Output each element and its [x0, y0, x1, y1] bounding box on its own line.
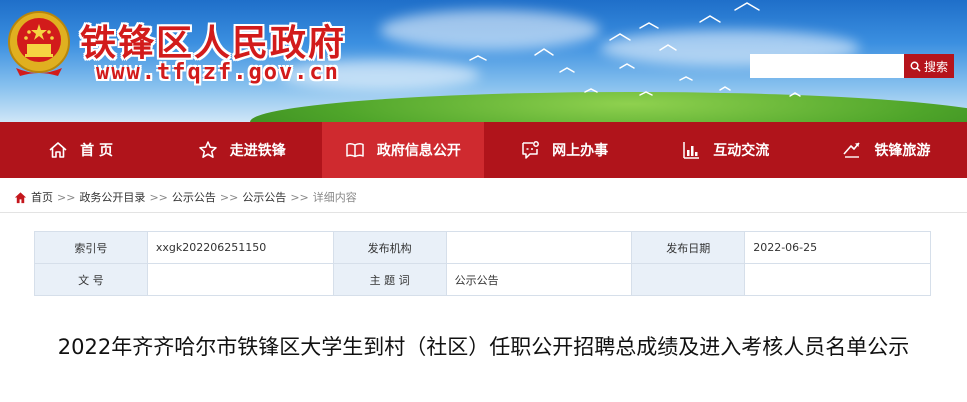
- docno-label: 文 号: [34, 263, 148, 296]
- header-banner: 铁锋区人民政府 www.tfqzf.gov.cn 搜索: [0, 0, 967, 122]
- home-icon: [49, 142, 67, 158]
- subject-label: 主 题 词: [332, 263, 447, 296]
- article-title: 2022年齐齐哈尔市铁锋区大学生到村（社区）任职公开招聘总成绩及进入考核人员名单…: [57, 335, 910, 359]
- home-icon: [14, 191, 27, 203]
- breadcrumb-link[interactable]: 公示公告: [172, 189, 216, 205]
- table-row: 文 号 主 题 词 公示公告: [34, 263, 931, 296]
- publisher-value: [445, 231, 633, 264]
- star-icon: [199, 141, 217, 158]
- chat-icon: [522, 141, 540, 159]
- publisher-label: 发布机构: [332, 231, 447, 264]
- nav-item-online-service[interactable]: 网上办事: [484, 122, 645, 178]
- search-button[interactable]: 搜索: [904, 54, 954, 78]
- site-title: 铁锋区人民政府: [80, 22, 347, 64]
- subject-value: 公示公告: [445, 263, 633, 296]
- nav-item-gov-info[interactable]: 政府信息公开: [322, 122, 484, 178]
- breadcrumb-separator: >>: [57, 190, 76, 204]
- nav-item-home[interactable]: 首 页: [0, 122, 161, 178]
- index-label: 索引号: [34, 231, 148, 264]
- site-url: www.tfqzf.gov.cn: [96, 60, 340, 85]
- index-value: xxgk202206251150: [146, 231, 334, 264]
- national-emblem-icon: [8, 11, 70, 76]
- document-info-table: 索引号 xxgk202206251150 发布机构 发布日期 2022-06-2…: [34, 231, 931, 296]
- nav-item-about[interactable]: 走进铁锋: [161, 122, 322, 178]
- date-value: 2022-06-25: [744, 231, 931, 264]
- travel-icon: [843, 142, 861, 158]
- table-row: 索引号 xxgk202206251150 发布机构 发布日期 2022-06-2…: [34, 231, 931, 264]
- nav-item-interaction[interactable]: 互动交流: [645, 122, 806, 178]
- docno-value: [146, 263, 334, 296]
- nav-item-label: 网上办事: [552, 143, 609, 159]
- search-button-label: 搜索: [923, 59, 948, 74]
- date-label: 发布日期: [631, 231, 746, 264]
- breadcrumb-separator: >>: [290, 190, 309, 204]
- nav-item-tourism[interactable]: 铁锋旅游: [806, 122, 967, 178]
- breadcrumb-current: 详细内容: [312, 191, 357, 204]
- search-input[interactable]: [750, 54, 905, 78]
- search-icon: [910, 61, 921, 72]
- breadcrumb-link[interactable]: 政务公开目录: [79, 189, 145, 205]
- divider: [0, 212, 967, 213]
- main-nav: 首 页 走进铁锋 政府信息公开 网上办事 互动交流 铁锋旅游: [0, 122, 967, 178]
- breadcrumb-link[interactable]: 首页: [31, 189, 53, 205]
- nav-item-label: 铁锋旅游: [874, 143, 931, 159]
- nav-item-label: 首 页: [80, 143, 114, 159]
- bar-chart-icon: [683, 142, 700, 159]
- nav-item-label: 互动交流: [713, 143, 770, 159]
- nav-item-label: 走进铁锋: [229, 143, 286, 159]
- empty-cell: [631, 263, 746, 296]
- breadcrumb-separator: >>: [219, 190, 239, 204]
- breadcrumb-link[interactable]: 公示公告: [242, 189, 286, 205]
- breadcrumb-separator: >>: [149, 190, 168, 204]
- breadcrumb: 首页 >> 政务公开目录 >> 公示公告 >> 公示公告 >> 详细内容: [14, 189, 357, 205]
- book-icon: [346, 143, 364, 158]
- nav-item-label: 政府信息公开: [376, 143, 461, 159]
- empty-cell: [744, 263, 931, 296]
